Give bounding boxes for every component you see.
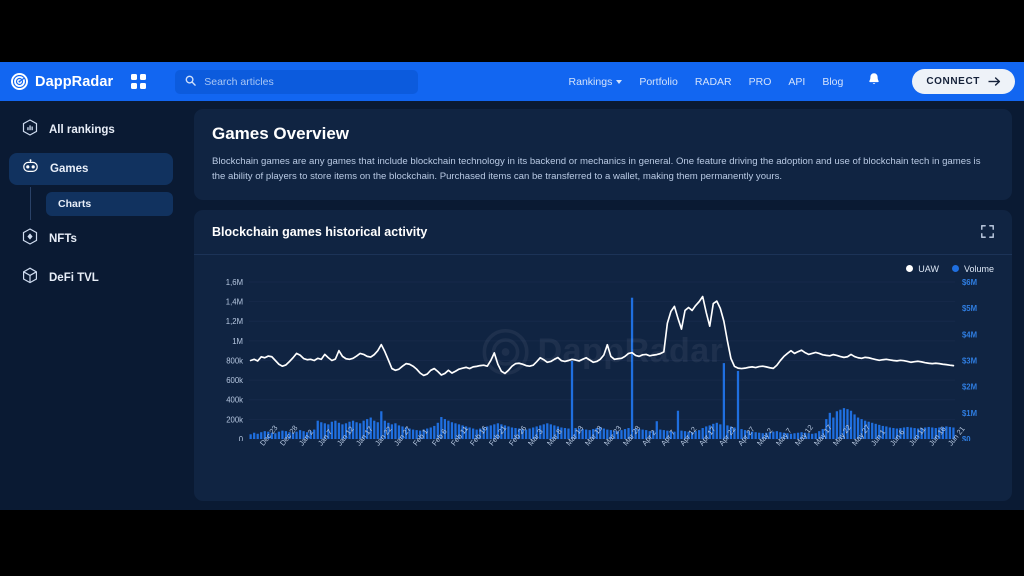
legend-label-uaw: UAW [918, 263, 939, 274]
legend-item-uaw[interactable]: UAW [906, 264, 939, 274]
legend-item-volume[interactable]: Volume [951, 263, 994, 274]
sidebar-item-defi-tvl[interactable]: DeFi TVL [9, 262, 173, 294]
historical-activity-card: Blockchain games historical activity UAW [194, 209, 1012, 501]
svg-text:1,2M: 1,2M [226, 317, 243, 326]
sidebar-label: Games [50, 163, 89, 175]
dappradar-app: DappRadar Search articles Rankings Portf… [0, 62, 1024, 510]
games-overview-card: Games Overview Blockchain games are any … [194, 109, 1012, 200]
connect-label: CONNECT [926, 76, 980, 87]
svg-text:800k: 800k [226, 356, 243, 365]
search-placeholder: Search articles [204, 75, 274, 88]
sidebar-subgroup-games: Charts [30, 187, 173, 220]
chart-title: Blockchain games historical activity [212, 224, 428, 239]
svg-text:$1M: $1M [962, 408, 978, 417]
fullscreen-expand-icon[interactable] [981, 224, 994, 243]
sidebar-item-charts[interactable]: Charts [46, 192, 173, 216]
connect-button[interactable]: CONNECT [912, 69, 1015, 94]
dappradar-radar-logo-icon [11, 73, 28, 90]
nav-item-rankings[interactable]: Rankings [569, 76, 623, 88]
nav-item-blog[interactable]: Blog [822, 76, 843, 88]
bell-icon[interactable] [867, 72, 881, 92]
card-divider [194, 253, 1012, 255]
nav-item-radar[interactable]: RADAR [695, 76, 732, 88]
chart-legend: UAW Volume [212, 264, 994, 274]
rankings-hexagon-icon [22, 119, 38, 141]
svg-text:$2M: $2M [962, 382, 978, 391]
chart-x-axis: Dec 23 Dec 28 Jan 2 Jan 7 Jan 12 Jan 17 Jan 22… [212, 423, 994, 486]
cube-icon [22, 267, 38, 289]
activity-chart-svg: 0 200k 400k 600k 800k 1M 1,2M 1,4M 1,6M $0 $1M $2M $… [226, 278, 978, 441]
main-content: Games Overview Blockchain games are any … [182, 101, 1024, 510]
sidebar-label: DeFi TVL [49, 272, 99, 284]
arrow-right-icon [988, 73, 1001, 91]
main-nav: Rankings Portfolio RADAR PRO API Blog CO… [569, 69, 1024, 94]
legend-dot-uaw [906, 265, 914, 273]
overview-description: Blockchain games are any games that incl… [212, 156, 981, 182]
svg-text:$0: $0 [962, 435, 971, 441]
sidebar-item-all-rankings[interactable]: All rankings [9, 114, 173, 146]
sidebar-label: NFTs [49, 233, 77, 245]
top-header: DappRadar Search articles Rankings Portf… [0, 62, 1024, 101]
nav-item-portfolio[interactable]: Portfolio [639, 76, 678, 88]
brand-name: DappRadar [35, 73, 114, 90]
sidebar-sub-label: Charts [58, 198, 92, 210]
sidebar-label: All rankings [49, 124, 115, 136]
sidebar-item-nfts[interactable]: NFTs [9, 223, 173, 255]
search-input[interactable]: Search articles [175, 69, 419, 94]
robot-icon [22, 158, 39, 180]
svg-text:1,6M: 1,6M [226, 278, 243, 287]
nav-item-pro[interactable]: PRO [749, 76, 772, 88]
svg-text:$3M: $3M [962, 356, 978, 365]
brand-logo[interactable]: DappRadar [11, 73, 113, 90]
svg-text:400k: 400k [226, 395, 243, 404]
svg-text:1,4M: 1,4M [226, 297, 243, 306]
chart-card-header: Blockchain games historical activity [212, 225, 994, 243]
svg-text:0: 0 [239, 435, 244, 441]
svg-text:200k: 200k [226, 415, 243, 424]
chevron-down-icon [616, 79, 623, 84]
nft-hexagon-icon [22, 228, 38, 250]
apps-grid-icon[interactable] [131, 74, 147, 89]
search-icon [185, 73, 197, 91]
svg-text:$6M: $6M [962, 278, 978, 287]
legend-dot-volume [951, 265, 959, 273]
legend-label-volume: Volume [963, 263, 994, 274]
svg-text:1M: 1M [232, 336, 243, 345]
chart-plot-area[interactable]: 0 200k 400k 600k 800k 1M 1,2M 1,4M 1,6M $0 $1M $2M $… [212, 276, 994, 441]
page-title: Games Overview [212, 124, 350, 143]
svg-text:600k: 600k [226, 376, 243, 385]
sidebar: All rankings Games Charts NFTs DeFi TVL [0, 101, 182, 510]
svg-text:$4M: $4M [962, 330, 978, 339]
sidebar-item-games[interactable]: Games [9, 153, 173, 185]
nav-label: Rankings [568, 75, 613, 88]
nav-item-api[interactable]: API [788, 76, 805, 88]
svg-text:$5M: $5M [962, 304, 978, 313]
